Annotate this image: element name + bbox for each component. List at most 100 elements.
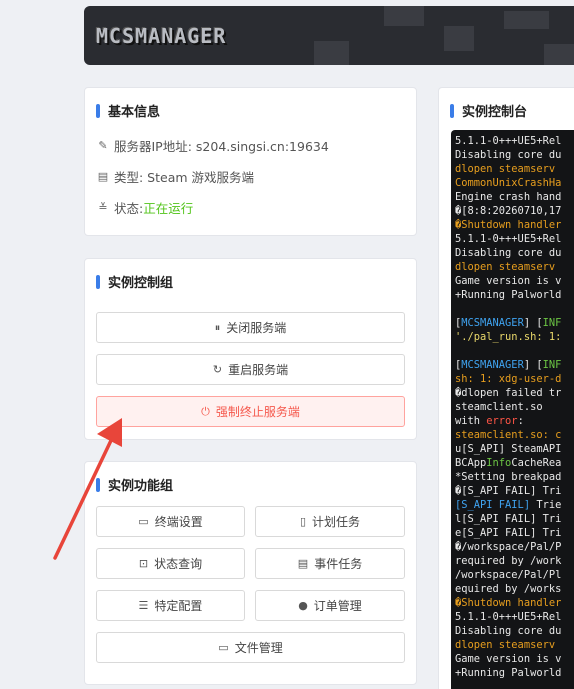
console-line: steamclient.so: c [455,428,574,442]
console-segment: required by /work [455,555,562,567]
console-line: �/workspace/Pal/P [455,540,574,554]
console-line: [S_API FAIL] Trie [455,498,574,512]
status-value: 正在运行 [143,201,194,216]
folder-icon: ▭ [218,641,229,654]
console-line: Game version is v [455,652,574,666]
console-segment: 5.1.1-0+++UE5+Rel [455,233,562,245]
order-management-button[interactable]: ● 订单管理 [255,590,405,621]
console-segment: Disabling core du [455,149,562,161]
server-ip-text: 服务器IP地址: s204.singsi.cn:19634 [114,139,329,154]
console-segment: dlopen steamserv [455,261,556,273]
console-segment: sh: 1: xdg-user-d [455,373,562,385]
console-segment: Disabling core du [455,625,562,637]
console-segment: CommonUnixCrashHa [455,177,562,189]
console-line: Disabling core du [455,246,574,260]
console-line: CommonUnixCrashHa [455,176,574,190]
console-line: l[S_API FAIL] Tri [455,512,574,526]
basic-info-card: 基本信息 ✎ 服务器IP地址: s204.singsi.cn:19634 ▤ 类… [84,87,417,236]
console-segment: �Shutdown handler [455,597,562,609]
app-logo: MCSMANAGER [96,24,227,48]
console-line: +Running Palworld [455,666,574,680]
console-title: 实例控制台 [450,101,527,120]
function-group-card: 实例功能组 ▭ 终端设置 ▯ 计划任务 ⊡ 状态查询 ▤ 事件任务 ☰ 特定配置… [84,461,417,685]
console-segment: �Shutdown handler [455,219,562,231]
console-segment: u[S_API] SteamAPI [455,443,562,455]
console-line: dlopen steamserv [455,162,574,176]
type-row: ▤ 类型: Steam 游戏服务端 [97,167,254,186]
console-segment: ] [ [523,317,543,329]
refresh-icon: ↻ [212,363,223,376]
console-line: './pal_run.sh: 1: [455,330,574,344]
console-segment: Engine crash hand [455,191,562,203]
console-line: �[S_API FAIL] Tri [455,484,574,498]
console-segment: MCSMANAGER [461,317,524,329]
console-segment: CacheRea [511,457,562,469]
terminal-settings-button[interactable]: ▭ 终端设置 [96,506,245,537]
stop-server-button[interactable]: ⏸ 关闭服务端 [96,312,405,343]
schedule-icon: ▯ [299,515,307,528]
console-line: required by /work [455,554,574,568]
restart-server-button[interactable]: ↻ 重启服务端 [96,354,405,385]
console-segment: +Running Palworld [455,667,562,679]
basic-info-title: 基本信息 [96,101,160,120]
console-line: �Shutdown handler [455,218,574,232]
console-line: [MCSMANAGER] [INF [455,358,574,372]
console-line: e[S_API FAIL] Tri [455,526,574,540]
specific-config-button[interactable]: ☰ 特定配置 [96,590,245,621]
console-segment: error [486,415,518,427]
status-icon: ≚ [98,201,108,214]
function-group-title: 实例功能组 [96,475,173,494]
sliders-icon: ☰ [138,599,149,612]
console-segment: Game version is v [455,275,562,287]
event-icon: ▤ [297,557,309,570]
console-line: sh: 1: xdg-user-d [455,372,574,386]
console-segment: ] [ [523,359,543,371]
console-line: 5.1.1-0+++UE5+Rel [455,610,574,624]
console-segment: './pal_run.sh: 1: [455,331,562,343]
console-segment: 5.1.1-0+++UE5+Rel [455,611,562,623]
status-row: ≚ 状态: 正在运行 [97,198,193,217]
console-line: 5.1.1-0+++UE5+Rel [455,134,574,148]
console-segment: Info [486,457,512,469]
file-management-button[interactable]: ▭ 文件管理 [96,632,405,663]
header-banner: MCSMANAGER [84,6,574,65]
console-line: �[8:8:20260710,17 [455,204,574,218]
console-segment: BCApp [455,457,487,469]
console-segment: �[S_API FAIL] Tri [455,485,562,497]
console-line: with error: [455,414,574,428]
event-tasks-button[interactable]: ▤ 事件任务 [255,548,405,579]
console-line: 5.1.1-0+++UE5+Rel [455,232,574,246]
console-segment: Trie [530,499,562,511]
console-segment: �dlopen failed tr [455,387,562,399]
console-segment: +Running Palworld [455,289,562,301]
kill-server-button[interactable]: ⏻ 强制终止服务端 [96,396,405,427]
console-line: �Shutdown handler [455,596,574,610]
query-icon: ⊡ [138,557,149,570]
console-segment: steamclient.so [455,401,543,413]
control-group-card: 实例控制组 ⏸ 关闭服务端 ↻ 重启服务端 ⏻ 强制终止服务端 [84,258,417,440]
console-segment: dlopen steamserv [455,163,556,175]
console-segment: l[S_API FAIL] Tri [455,513,562,525]
console-line: +Running Palworld [455,288,574,302]
console-segment: dlopen steamserv [455,639,556,651]
server-ip-row: ✎ 服务器IP地址: s204.singsi.cn:19634 [97,136,329,155]
console-line: Disabling core du [455,148,574,162]
console-segment: Game version is v [455,653,562,665]
console-segment: MCSMANAGER [461,359,524,371]
console-line: u[S_API] SteamAPI [455,442,574,456]
console-segment: 5.1.1-0+++UE5+Rel [455,135,562,147]
console-line: [MCSMANAGER] [INF [455,316,574,330]
console-line: �dlopen failed tr [455,386,574,400]
console-output[interactable]: 5.1.1-0+++UE5+Rel Disabling core du dlopen… [451,130,574,689]
scheduled-tasks-button[interactable]: ▯ 计划任务 [255,506,405,537]
status-query-button[interactable]: ⊡ 状态查询 [96,548,245,579]
console-segment: /workspace/Pal/Pl [455,569,562,581]
power-icon: ⏻ [201,404,210,418]
console-line: BCAppInfoCacheRea [455,456,574,470]
console-segment: steamclient.so: c [455,429,562,441]
console-segment: INF [542,359,562,371]
monitor-icon: ▭ [138,515,149,528]
console-segment: Disabling core du [455,247,562,259]
